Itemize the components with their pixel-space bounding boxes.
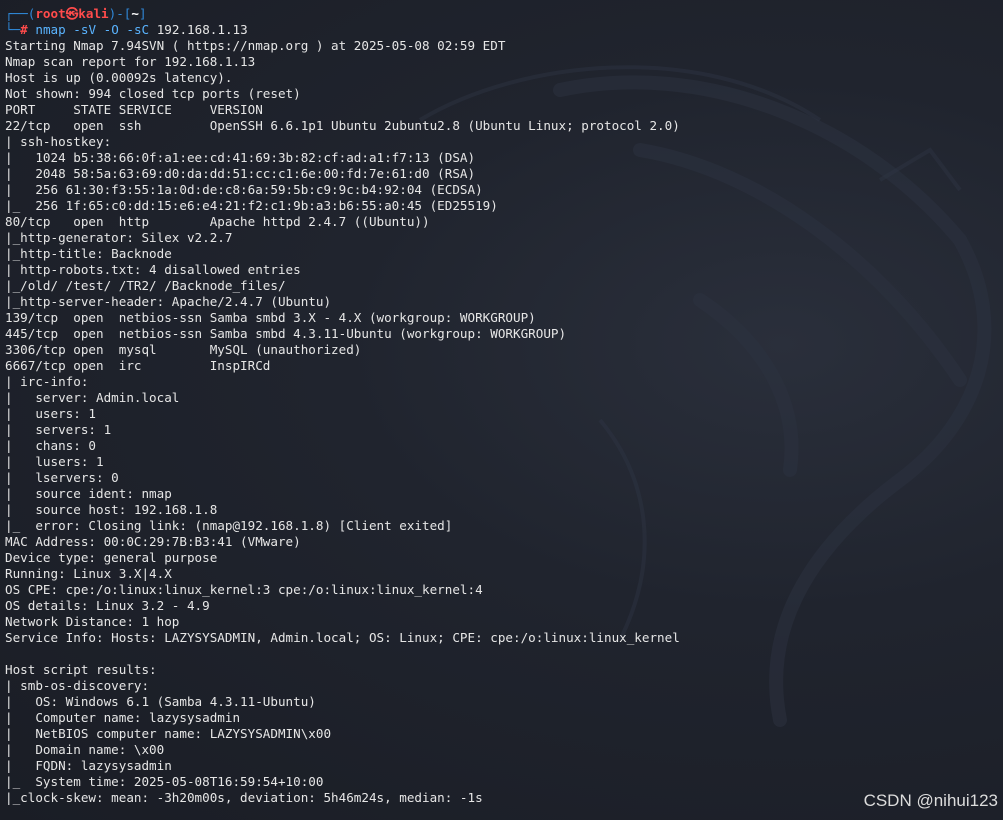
output-line: 445/tcp open netbios-ssn Samba smbd 4.3.… <box>5 326 567 341</box>
output-line: | Computer name: lazysysadmin <box>5 710 241 725</box>
output-line: Service Info: Hosts: LAZYSYSADMIN, Admin… <box>5 630 680 645</box>
prompt-top-line: ┌──(root㉿kali)-[~] <box>5 6 1003 22</box>
terminal-screen: ┌──(root㉿kali)-[~] └─# nmap -sV -O -sC 1… <box>5 6 1003 806</box>
output-line: |_http-generator: Silex v2.2.7 <box>5 230 233 245</box>
output-line: | lusers: 1 <box>5 454 104 469</box>
output-line: |_ 256 1f:65:c0:dd:15:e6:e4:21:f2:c1:9b:… <box>5 198 498 213</box>
output-line: | source ident: nmap <box>5 486 172 501</box>
output-line: | FQDN: lazysysadmin <box>5 758 172 773</box>
terminal-window[interactable]: ┌──(root㉿kali)-[~] └─# nmap -sV -O -sC 1… <box>0 0 1003 820</box>
output-line: | irc-info: <box>5 374 96 389</box>
prompt-frame-top: ┌──( <box>5 6 36 21</box>
prompt-frame-mid: )-[ <box>108 6 132 21</box>
output-line: 80/tcp open http Apache httpd 2.4.7 ((Ub… <box>5 214 430 229</box>
command-flags: -sV -O -sC <box>73 22 150 37</box>
output-line: |_ System time: 2025-05-08T16:59:54+10:0… <box>5 774 324 789</box>
output-line: | Domain name: \x00 <box>5 742 165 757</box>
csdn-watermark: CSDN @nihui123 <box>863 791 998 810</box>
output-line: MAC Address: 00:0C:29:7B:B3:41 (VMware) <box>5 534 301 549</box>
prompt-dir: ~ <box>131 6 139 21</box>
prompt-hash: # <box>20 22 28 37</box>
output-line: Host is up (0.00092s latency). <box>5 70 233 85</box>
output-line: Not shown: 994 closed tcp ports (reset) <box>5 86 301 101</box>
output-line: Network Distance: 1 hop <box>5 614 180 629</box>
output-line: | server: Admin.local <box>5 390 180 405</box>
output-line: | lservers: 0 <box>5 470 119 485</box>
output-line: Starting Nmap 7.94SVN ( https://nmap.org… <box>5 38 506 53</box>
command-name: nmap <box>35 22 66 37</box>
output-line: | NetBIOS computer name: LAZYSYSADMIN\x0… <box>5 726 332 741</box>
prompt-at-symbol: ㉿ <box>65 6 79 21</box>
output-line: Nmap scan report for 192.168.1.13 <box>5 54 256 69</box>
output-line: |_clock-skew: mean: -3h20m00s, deviation… <box>5 790 483 805</box>
output-line: OS details: Linux 3.2 - 4.9 <box>5 598 210 613</box>
output-line: 22/tcp open ssh OpenSSH 6.6.1p1 Ubuntu 2… <box>5 118 680 133</box>
output-line: | servers: 1 <box>5 422 112 437</box>
output-line: 3306/tcp open mysql MySQL (unauthorized) <box>5 342 362 357</box>
output-line: | ssh-hostkey: <box>5 134 119 149</box>
output-line: | smb-os-discovery: <box>5 678 157 693</box>
output-line: | 2048 58:5a:63:69:d0:da:dd:51:cc:c1:6e:… <box>5 166 476 181</box>
prompt-host: kali <box>78 6 109 21</box>
output-line: 139/tcp open netbios-ssn Samba smbd 3.X … <box>5 310 536 325</box>
output-line: | chans: 0 <box>5 438 96 453</box>
output-line: |_http-server-header: Apache/2.4.7 (Ubun… <box>5 294 332 309</box>
output-line: | source host: 192.168.1.8 <box>5 502 218 517</box>
output-line: | users: 1 <box>5 406 96 421</box>
output-line: |_ error: Closing link: (nmap@192.168.1.… <box>5 518 453 533</box>
output-line: |_http-title: Backnode <box>5 246 172 261</box>
output-line: | 1024 b5:38:66:0f:a1:ee:cd:41:69:3b:82:… <box>5 150 476 165</box>
output-line: |_/old/ /test/ /TR2/ /Backnode_files/ <box>5 278 286 293</box>
command-output: Starting Nmap 7.94SVN ( https://nmap.org… <box>5 38 1003 806</box>
prompt-user: root <box>35 6 66 21</box>
output-line: | OS: Windows 6.1 (Samba 4.3.11-Ubuntu) <box>5 694 316 709</box>
output-line: Running: Linux 3.X|4.X <box>5 566 172 581</box>
output-line: 6667/tcp open irc InspIRCd <box>5 358 271 373</box>
command-target: 192.168.1.13 <box>156 22 248 37</box>
output-line: OS CPE: cpe:/o:linux:linux_kernel:3 cpe:… <box>5 582 483 597</box>
output-line: Host script results: <box>5 662 157 677</box>
prompt-frame-end: ] <box>138 6 147 21</box>
prompt-frame-bottom: └─ <box>5 22 21 37</box>
output-line: PORT STATE SERVICE VERSION <box>5 102 263 117</box>
output-line: Device type: general purpose <box>5 550 218 565</box>
output-line: | 256 61:30:f3:55:1a:0d:de:c8:6a:59:5b:c… <box>5 182 483 197</box>
command-line[interactable]: └─# nmap -sV -O -sC 192.168.1.13 <box>5 22 1003 38</box>
output-line: | http-robots.txt: 4 disallowed entries <box>5 262 309 277</box>
